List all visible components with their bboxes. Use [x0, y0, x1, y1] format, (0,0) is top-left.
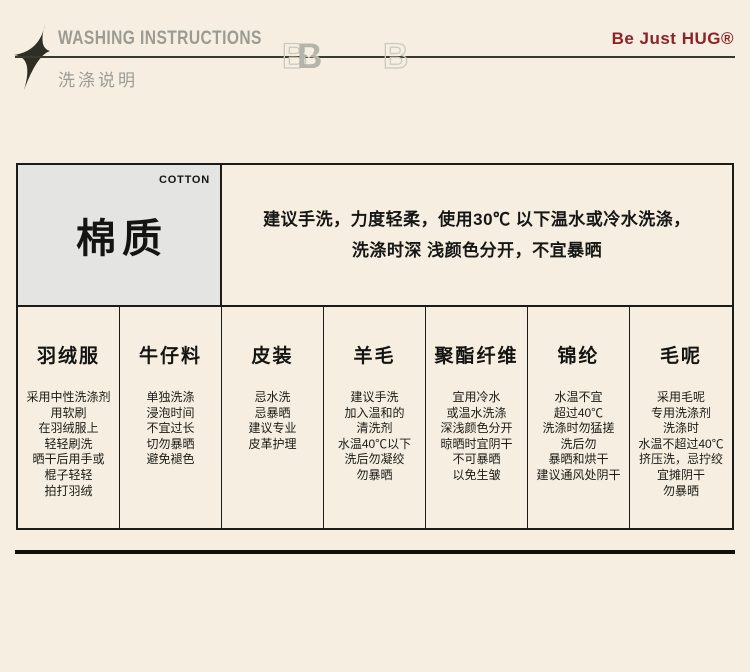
fabric-column-woolen-cloth: 毛呢 采用毛呢 专用洗涤剂 洗涤时 水温不超过40℃ 挤压洗，忌拧绞 宜摊阴干 …	[630, 307, 732, 528]
decor-letter-b-outline-2: B	[383, 39, 408, 74]
fabric-care: 水温不宜 超过40℃ 洗涤时勿猛搓 洗后勿 暴晒和烘干 建议通风处阴干	[528, 390, 629, 484]
fabric-care: 宜用冷水 或温水洗涤 深浅颜色分开 晾晒时宜阴干 不可暴晒 以免生皱	[426, 390, 527, 484]
fabric-title: 羊毛	[324, 341, 425, 368]
cotton-cell: COTTON 棉质	[18, 165, 222, 305]
page-title-en: WASHING INSTRUCTIONS	[58, 28, 262, 50]
decor-sparkle-icon: ✦	[303, 47, 315, 61]
cotton-label-en: COTTON	[159, 174, 210, 186]
cotton-advice-cell: 建议手洗，力度轻柔，使用30℃ 以下温水或冷水洗涤， 洗涤时深 浅颜色分开，不宜…	[222, 165, 732, 305]
fabric-care: 忌水洗 忌暴晒 建议专业 皮革护理	[222, 390, 323, 452]
bottom-divider-rule	[15, 550, 735, 554]
fabric-title: 牛仔料	[120, 341, 221, 368]
page-header: WASHING INSTRUCTIONS 洗涤说明 B B ✦ B Be Jus…	[0, 0, 750, 110]
cotton-label-zh: 棉质	[70, 206, 168, 264]
fabric-title: 毛呢	[630, 341, 732, 368]
fabric-column-denim: 牛仔料 单独洗涤 浸泡时间 不宜过长 切勿暴晒 避免褪色	[120, 307, 222, 528]
fabric-title: 羽绒服	[18, 341, 119, 368]
fabric-column-leather: 皮装 忌水洗 忌暴晒 建议专业 皮革护理	[222, 307, 324, 528]
fabric-column-down-jacket: 羽绒服 采用中性洗涤剂 用软刷 在羽绒服上 轻轻刷洗 晒干后用手或 棍子轻轻 拍…	[18, 307, 120, 528]
fabric-care: 采用毛呢 专用洗涤剂 洗涤时 水温不超过40℃ 挤压洗，忌拧绞 宜摊阴干 勿暴晒	[630, 390, 732, 499]
fabric-column-wool: 羊毛 建议手洗 加入温和的 清洗剂 水温40℃以下 洗后勿凝绞 勿暴晒	[324, 307, 426, 528]
fabric-care: 单独洗涤 浸泡时间 不宜过长 切勿暴晒 避免褪色	[120, 390, 221, 468]
page-title-zh: 洗涤说明	[58, 66, 138, 91]
fabric-care: 采用中性洗涤剂 用软刷 在羽绒服上 轻轻刷洗 晒干后用手或 棍子轻轻 拍打羽绒	[18, 390, 119, 499]
washing-instructions-page: WASHING INSTRUCTIONS 洗涤说明 B B ✦ B Be Jus…	[0, 0, 750, 672]
fabric-title: 皮装	[222, 341, 323, 368]
care-instructions-table: COTTON 棉质 建议手洗，力度轻柔，使用30℃ 以下温水或冷水洗涤， 洗涤时…	[16, 163, 734, 530]
fabric-title: 聚酯纤维	[426, 341, 527, 368]
brand-logo: Be Just HUG®	[612, 29, 734, 49]
fabric-column-polyester: 聚酯纤维 宜用冷水 或温水洗涤 深浅颜色分开 晾晒时宜阴干 不可暴晒 以免生皱	[426, 307, 528, 528]
fabric-columns-row: 羽绒服 采用中性洗涤剂 用软刷 在羽绒服上 轻轻刷洗 晒干后用手或 棍子轻轻 拍…	[18, 307, 732, 528]
cotton-advice-text: 建议手洗，力度轻柔，使用30℃ 以下温水或冷水洗涤， 洗涤时深 浅颜色分开，不宜…	[263, 204, 691, 267]
fabric-care: 建议手洗 加入温和的 清洗剂 水温40℃以下 洗后勿凝绞 勿暴晒	[324, 390, 425, 484]
decor-letter-b-filled: B ✦	[297, 39, 322, 74]
header-divider-line	[15, 56, 735, 58]
fabric-column-nylon: 锦纶 水温不宜 超过40℃ 洗涤时勿猛搓 洗后勿 暴晒和烘干 建议通风处阴干	[528, 307, 630, 528]
cotton-row: COTTON 棉质 建议手洗，力度轻柔，使用30℃ 以下温水或冷水洗涤， 洗涤时…	[18, 165, 732, 307]
fabric-title: 锦纶	[528, 341, 629, 368]
